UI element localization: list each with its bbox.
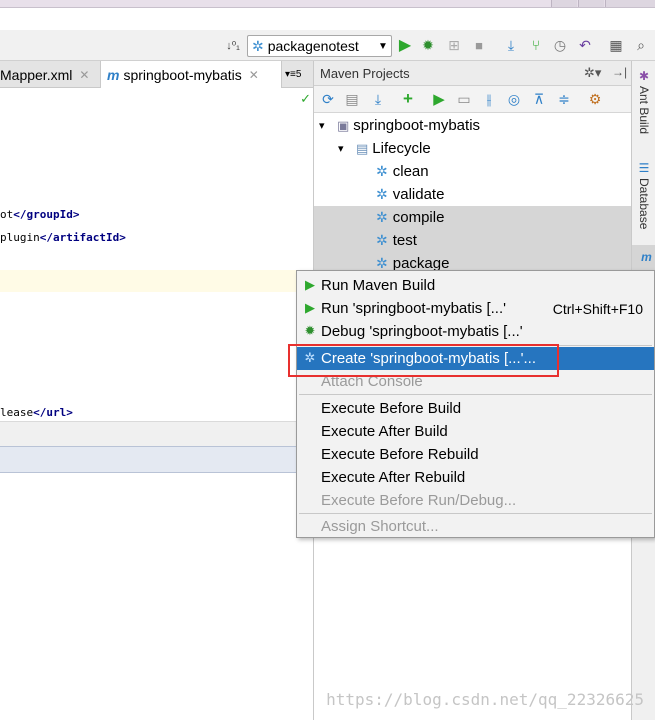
collapse-all-icon[interactable]: ⊼ [530, 90, 548, 108]
expand-chevron-icon[interactable]: ▾ [338, 142, 352, 155]
run-config-dropdown[interactable]: ✲ packagenotest ▼ [247, 35, 392, 57]
tab-maven[interactable]: m [632, 245, 655, 271]
maximize-button[interactable] [578, 0, 604, 7]
gear-icon: ✲ [252, 37, 264, 54]
add-icon[interactable]: + [399, 89, 417, 108]
menu-separator [299, 394, 652, 395]
module-icon: ▣ [337, 117, 350, 133]
tree-lifecycle-node[interactable]: ▾ ▤ Lifecycle [314, 137, 632, 160]
check-icon: ✓ [300, 91, 311, 106]
toggle-offline-icon[interactable]: ⫲ [480, 90, 498, 108]
gear-icon: ✲ [376, 186, 388, 202]
close-icon[interactable]: ✕ [79, 68, 89, 82]
gear-icon: ✲ [376, 163, 388, 179]
tab-ant-build[interactable]: ✱ Ant Build [632, 65, 655, 149]
menu-item-execute-before-build[interactable]: Execute Before Build [297, 397, 654, 420]
sort-icon[interactable]: ↓⁰₁ [224, 36, 242, 54]
tab-overflow-button[interactable]: ▾≡ 5 [283, 61, 303, 88]
execute-goal-icon[interactable]: ▭ [455, 90, 473, 108]
tab-database[interactable]: ☰ Database [632, 157, 655, 237]
menu-item-assign-shortcut: Assign Shortcut... [321, 518, 439, 535]
main-toolbar: ↓⁰₁ ✲ packagenotest ▼ ▶ ✹ ⊞ ■ ⤓ ⑂ ◷ ↶ ▦ … [0, 30, 655, 61]
close-window-button[interactable] [605, 0, 655, 7]
maven-toolbar: ⟳ ▤ ⤓ + ▶ ▭ ⫲ ◎ ⊼ ≑ ⚙ [314, 86, 632, 113]
gear-icon: ✲ [376, 209, 388, 225]
download-icon[interactable]: ⤓ [369, 90, 387, 108]
phase-label: compile [392, 209, 445, 226]
tree-phase-clean[interactable]: ✲ clean [314, 160, 632, 183]
settings-gear-icon[interactable]: ✲▾ [584, 65, 601, 81]
menu-item-execute-before-run-debug: Execute Before Run/Debug... [321, 492, 517, 509]
run-icon: ▶ [305, 277, 315, 292]
menu-item-execute-after-rebuild[interactable]: Execute After Rebuild [297, 466, 654, 489]
menu-item-debug-config[interactable]: ✹ Debug 'springboot-mybatis [...' [297, 320, 654, 343]
phase-label: test [392, 232, 417, 249]
tab-springboot-mybatis[interactable]: m springboot-mybatis ✕ [100, 61, 282, 88]
tree-lifecycle-label: Lifecycle [372, 140, 431, 157]
menu-separator [299, 513, 652, 514]
tree-phase-validate[interactable]: ✲ validate [314, 183, 632, 206]
vcs-commit-icon[interactable]: ⑂ [527, 36, 545, 54]
maven-icon: m [107, 66, 120, 83]
code-line: ot</groupId> [0, 208, 80, 221]
caret-line-highlight [0, 270, 313, 292]
database-icon: ☰ [638, 161, 650, 175]
editor-empty-area [0, 473, 313, 720]
editor-breadcrumb-area [0, 421, 313, 446]
folder-gear-icon: ▤ [356, 140, 369, 156]
window-title-bar [0, 0, 655, 8]
hide-panel-icon[interactable]: →| [612, 65, 627, 79]
maven-panel-header: Maven Projects ✲▾ →| [314, 61, 632, 86]
debug-icon[interactable]: ✹ [419, 36, 437, 54]
menu-item-run-config[interactable]: ▶ Run 'springboot-mybatis [...' Ctrl+Shi… [297, 297, 654, 320]
expand-chevron-icon[interactable]: ▾ [319, 119, 333, 132]
code-line: lease</url> [0, 406, 73, 419]
minimize-button[interactable] [551, 0, 577, 7]
shortcut-label: Ctrl+Shift+F10 [552, 300, 643, 317]
tab-overflow-count: 5 [295, 69, 302, 80]
run-icon[interactable]: ▶ [430, 90, 448, 108]
watermark-text: https://blog.csdn.net/qq_22326625 [326, 690, 644, 709]
run-icon[interactable]: ▶ [396, 36, 414, 54]
tab-label: Mapper.xml [0, 66, 73, 83]
tab-mapper-xml[interactable]: Mapper.xml ✕ [0, 61, 95, 88]
annotation-highlight-box [288, 344, 559, 377]
maven-panel-title: Maven Projects [320, 66, 410, 81]
run-icon: ▶ [305, 300, 315, 315]
gear-icon: ✲ [376, 232, 388, 248]
chevron-down-icon: ▼ [378, 40, 388, 52]
tree-phase-compile[interactable]: ✲ compile [314, 206, 632, 229]
close-icon[interactable]: ✕ [249, 68, 259, 82]
phase-label: validate [392, 186, 445, 203]
menu-item-execute-before-rebuild[interactable]: Execute Before Rebuild [297, 443, 654, 466]
menu-strip [0, 8, 655, 30]
context-menu: ▶ Run Maven Build ▶ Run 'springboot-myba… [296, 270, 655, 538]
tree-project-node[interactable]: ▾ ▣ springboot-mybatis [314, 114, 632, 137]
menu-item-execute-after-build[interactable]: Execute After Build [297, 420, 654, 443]
debug-icon: ✹ [304, 323, 316, 338]
tab-label: springboot-mybatis [123, 66, 242, 83]
skip-tests-icon[interactable]: ◎ [505, 90, 523, 108]
vcs-update-icon[interactable]: ⤓ [502, 36, 520, 54]
coverage-icon[interactable]: ⊞ [445, 36, 463, 54]
phase-label: clean [392, 163, 429, 180]
menu-item-run-maven-build[interactable]: ▶ Run Maven Build [297, 274, 654, 297]
run-config-label: packagenotest [267, 38, 359, 54]
reimport-icon[interactable]: ⟳ [319, 90, 337, 108]
expand-all-icon[interactable]: ≑ [555, 90, 573, 108]
ant-icon: ✱ [638, 69, 650, 83]
revert-icon[interactable]: ↶ [576, 36, 594, 54]
tree-phase-test[interactable]: ✲ test [314, 229, 632, 252]
tool-window-strip [0, 446, 313, 473]
code-line: plugin</artifactId> [0, 231, 126, 244]
code-editor[interactable]: ✓ ot</groupId> plugin</artifactId> lease… [0, 88, 313, 446]
maven-settings-icon[interactable]: ⚙ [586, 90, 604, 108]
project-structure-icon[interactable]: ▦ [607, 36, 625, 54]
history-icon[interactable]: ◷ [551, 36, 569, 54]
editor-tab-bar: Mapper.xml ✕ m springboot-mybatis ✕ ▾≡ 5 [0, 61, 313, 88]
tree-project-label: springboot-mybatis [353, 117, 481, 134]
stop-icon[interactable]: ■ [470, 36, 488, 54]
generate-sources-icon[interactable]: ▤ [343, 90, 361, 108]
search-icon[interactable]: ⌕ [632, 36, 650, 54]
